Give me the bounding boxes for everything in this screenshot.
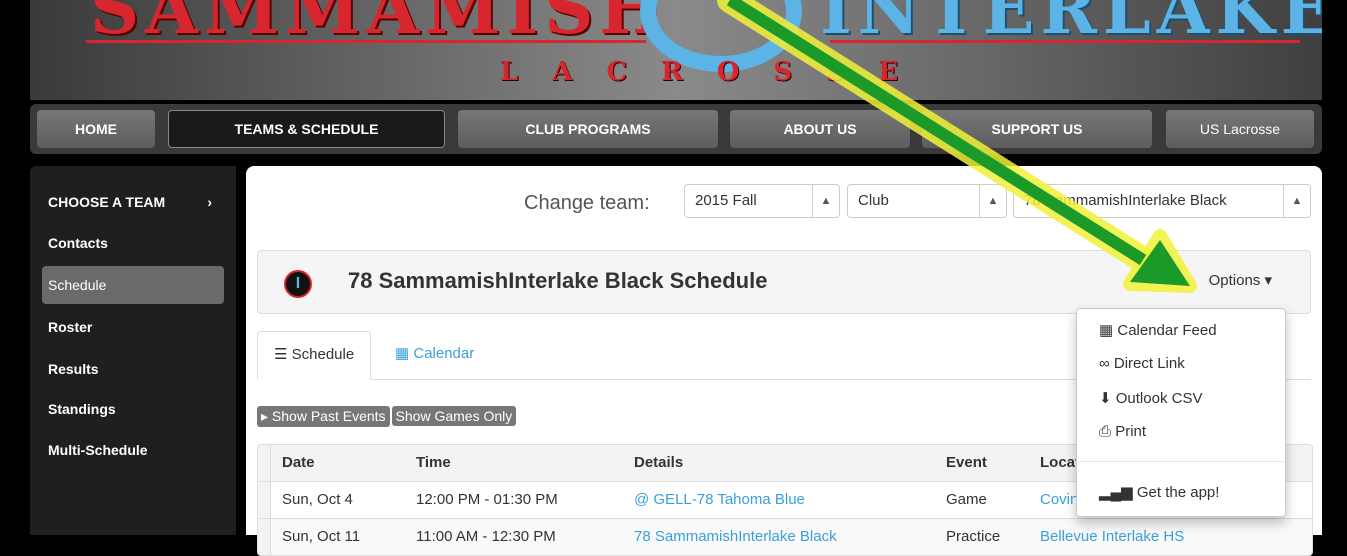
- sidebar-item-standings[interactable]: Standings: [42, 390, 224, 428]
- print-icon: ⎙: [1099, 423, 1112, 440]
- caret-right-icon: ▸: [261, 408, 269, 424]
- show-games-only-button[interactable]: Show Games Only: [391, 406, 517, 426]
- tab-calendar-label: Calendar: [413, 345, 475, 362]
- sidebar-item-multi-schedule[interactable]: Multi-Schedule: [42, 431, 224, 469]
- banner-sub-word: LACROSSE: [500, 57, 933, 87]
- menu-item-calendar-feed[interactable]: ▦ Calendar Feed: [1099, 321, 1217, 339]
- nav-home[interactable]: HOME: [37, 110, 155, 148]
- row-gutter: [258, 519, 271, 555]
- menu-item-print-label: Print: [1115, 423, 1147, 440]
- options-dropdown-toggle[interactable]: Options ▾: [1209, 271, 1272, 289]
- col-time[interactable]: Time: [416, 445, 451, 481]
- download-icon: ⬇: [1099, 390, 1112, 407]
- sidebar-item-schedule[interactable]: Schedule: [42, 266, 224, 304]
- site-banner: SAMMAMISH INTERLAKE LACROSSE: [30, 0, 1322, 100]
- team-sidebar: CHOOSE A TEAM › Contacts Schedule Roster…: [30, 166, 236, 535]
- page-title: 78 SammamishInterlake Black Schedule: [348, 268, 768, 293]
- show-past-events-label: Show Past Events: [271, 408, 386, 424]
- table-row: Sun, Oct 11 11:00 AM - 12:30 PM 78 Samma…: [258, 518, 1312, 555]
- list-icon: ☰: [274, 346, 288, 363]
- select-arrows-icon: ▲: [812, 185, 839, 217]
- row-event: Practice: [946, 528, 1001, 545]
- season-select-value: 2015 Fall: [695, 192, 757, 209]
- row-location-link[interactable]: Bellevue Interlake HS: [1040, 519, 1240, 555]
- signal-icon: ▂▄▆: [1099, 484, 1133, 501]
- row-time: 11:00 AM - 12:30 PM: [416, 528, 556, 545]
- options-menu: ▦ Calendar Feed ∞ Direct Link ⬇ Outlook …: [1076, 308, 1286, 517]
- row-location-link[interactable]: Covington: [1040, 482, 1080, 518]
- nav-about-us[interactable]: ABOUT US: [730, 110, 910, 148]
- col-details[interactable]: Details: [634, 445, 683, 481]
- row-date: Sun, Oct 11: [282, 528, 361, 545]
- menu-item-outlook-csv-label: Outlook CSV: [1115, 390, 1203, 407]
- calendar-icon: ▦: [1099, 322, 1114, 339]
- select-arrows-icon: ▲: [979, 185, 1006, 217]
- menu-divider: [1078, 461, 1284, 462]
- change-team-label: Change team:: [524, 192, 650, 214]
- row-event: Game: [946, 491, 987, 508]
- team-select[interactable]: 78 SammamishInterlake Black ▲: [1013, 184, 1311, 218]
- program-select[interactable]: Club ▲: [847, 184, 1007, 218]
- menu-item-direct-link[interactable]: ∞ Direct Link: [1099, 355, 1185, 372]
- caret-down-icon: ▾: [1264, 272, 1272, 289]
- sidebar-item-results[interactable]: Results: [42, 350, 224, 388]
- row-time: 12:00 PM - 01:30 PM: [416, 491, 558, 508]
- chevron-right-icon: ›: [207, 194, 212, 210]
- filter-buttons: ▸ Show Past Events Show Games Only: [257, 406, 518, 427]
- show-past-events-button[interactable]: ▸ Show Past Events: [257, 406, 390, 427]
- choose-team-label: CHOOSE A TEAM: [48, 194, 166, 210]
- calendar-icon: ▦: [395, 345, 410, 362]
- banner-rule-left: [86, 40, 646, 43]
- menu-item-get-app-label: Get the app!: [1136, 484, 1220, 501]
- team-select-value: 78 SammamishInterlake Black: [1024, 192, 1227, 209]
- row-gutter: [258, 445, 271, 481]
- nav-teams-schedule[interactable]: TEAMS & SCHEDULE: [168, 110, 445, 148]
- main-nav: HOME TEAMS & SCHEDULE CLUB PROGRAMS ABOU…: [30, 104, 1322, 154]
- tab-schedule-label: Schedule: [291, 346, 355, 363]
- link-icon: ∞: [1099, 355, 1110, 372]
- sidebar-item-contacts[interactable]: Contacts: [42, 224, 224, 262]
- nav-support-us[interactable]: SUPPORT US: [922, 110, 1152, 148]
- nav-us-lacrosse[interactable]: US Lacrosse: [1166, 110, 1314, 148]
- season-select[interactable]: 2015 Fall ▲: [684, 184, 840, 218]
- schedule-title-bar: I 78 SammamishInterlake Black Schedule O…: [257, 250, 1311, 314]
- col-date[interactable]: Date: [282, 445, 315, 481]
- sidebar-item-roster[interactable]: Roster: [42, 308, 224, 346]
- menu-item-direct-link-label: Direct Link: [1113, 355, 1185, 372]
- options-label: Options: [1208, 272, 1261, 289]
- row-details-link[interactable]: @ GELL-78 Tahoma Blue: [634, 482, 805, 518]
- col-event[interactable]: Event: [946, 445, 987, 481]
- menu-item-get-app[interactable]: ▂▄▆ Get the app!: [1099, 483, 1219, 501]
- tab-calendar[interactable]: ▦ Calendar: [379, 331, 490, 379]
- col-location[interactable]: Location: [1040, 445, 1080, 481]
- nav-club-programs[interactable]: CLUB PROGRAMS: [458, 110, 718, 148]
- menu-item-calendar-feed-label: Calendar Feed: [1117, 322, 1217, 339]
- team-logo: I: [284, 270, 312, 298]
- program-select-value: Club: [858, 192, 889, 209]
- menu-item-print[interactable]: ⎙ Print: [1099, 423, 1146, 440]
- select-arrows-icon: ▲: [1283, 185, 1310, 217]
- menu-item-outlook-csv[interactable]: ⬇ Outlook CSV: [1099, 389, 1202, 407]
- row-details-link[interactable]: 78 SammamishInterlake Black: [634, 519, 837, 555]
- choose-team-header[interactable]: CHOOSE A TEAM ›: [42, 183, 224, 221]
- banner-rule-right: [830, 40, 1300, 43]
- row-date: Sun, Oct 4: [282, 491, 353, 508]
- tab-schedule[interactable]: ☰ Schedule: [257, 331, 372, 380]
- row-gutter: [258, 482, 271, 518]
